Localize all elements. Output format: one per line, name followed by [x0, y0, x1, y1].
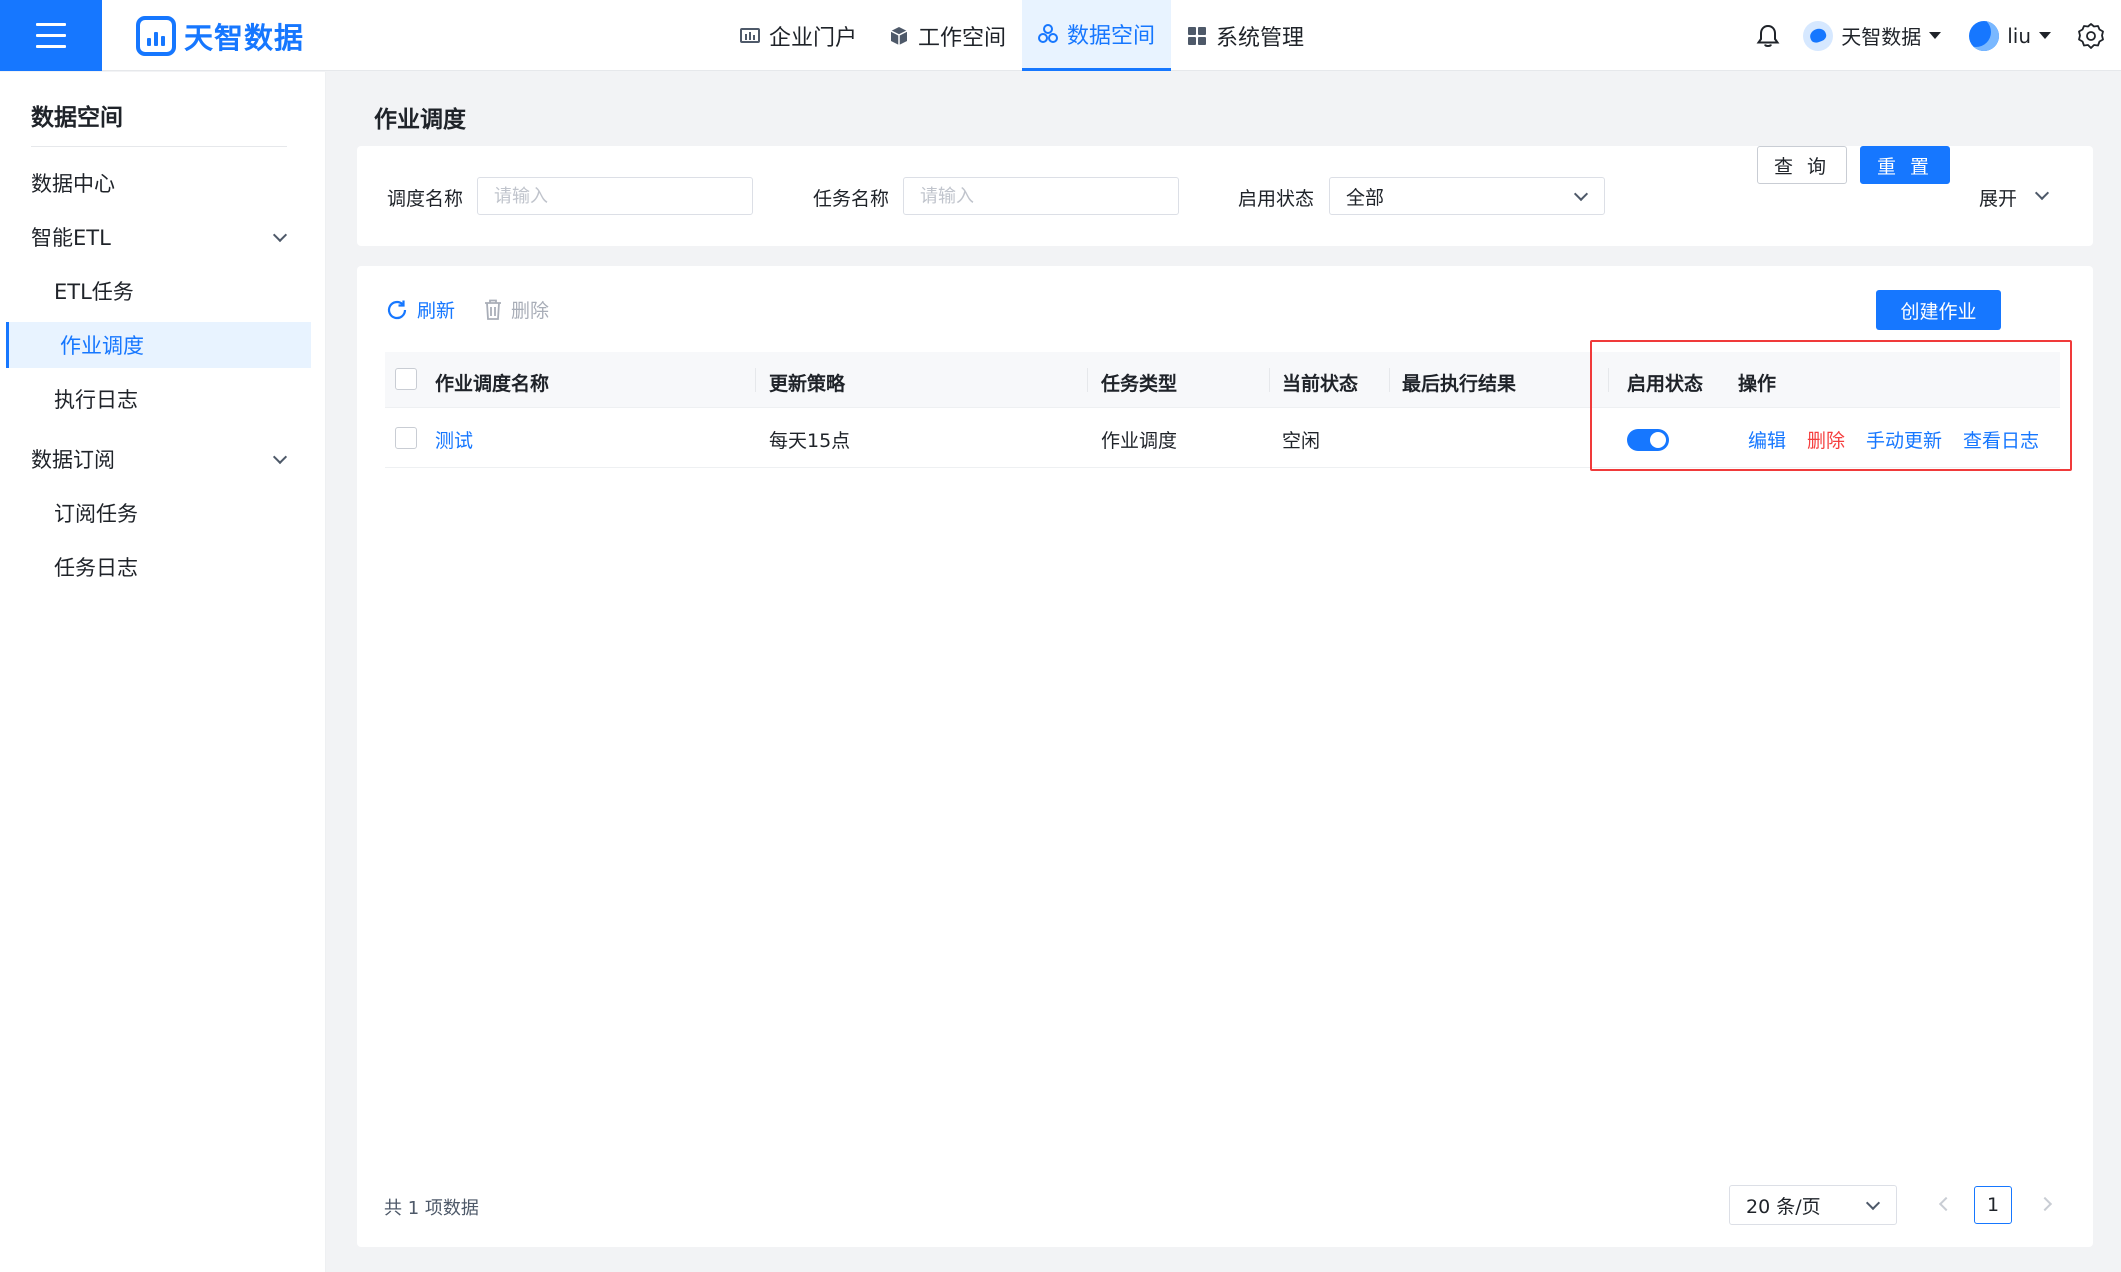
logo-text: 天智数据	[184, 21, 305, 55]
expand-toggle[interactable]: 展开	[1979, 184, 2017, 211]
table-row: 测试 每天15点 作业调度 空闲 编辑 删除 手动更新 查看日志	[385, 408, 2060, 468]
task-name-input[interactable]	[903, 177, 1179, 215]
avatar	[1969, 20, 2000, 51]
delete-link[interactable]: 删除	[1807, 426, 1845, 453]
top-nav: 企业门户 工作空间 数据空间 系统管理	[724, 0, 1320, 71]
cluster-icon	[1038, 24, 1059, 43]
nav-system-management[interactable]: 系统管理	[1171, 0, 1320, 71]
sidebar-item-data-center[interactable]: 数据中心	[0, 160, 311, 206]
user-menu[interactable]: liu	[1969, 20, 2051, 51]
workspace-select[interactable]: 天智数据	[1803, 20, 1942, 51]
enable-toggle[interactable]	[1627, 429, 1669, 451]
app-logo[interactable]: 天智数据	[136, 14, 304, 58]
task-type: 作业调度	[1101, 430, 1178, 452]
manual-update-link[interactable]: 手动更新	[1866, 426, 1942, 453]
chevron-down-icon	[1865, 1195, 1881, 1211]
apps-icon	[1188, 26, 1207, 45]
chevron-down-icon	[272, 449, 288, 465]
schedule-name-label: 调度名称	[387, 188, 464, 210]
task-name-label: 任务名称	[813, 188, 890, 210]
status-label: 启用状态	[1238, 188, 1315, 210]
chevron-down-icon	[1573, 186, 1589, 202]
caret-down-icon	[1929, 32, 1942, 39]
sidebar-item-etl-task[interactable]: ETL任务	[0, 268, 311, 314]
page-size-select[interactable]: 20 条/页	[1729, 1185, 1897, 1225]
row-checkbox[interactable]	[395, 427, 417, 449]
logo-mark-icon	[136, 16, 176, 56]
workspace-logo-icon	[1803, 20, 1834, 51]
sidebar-item-task-log[interactable]: 任务日志	[0, 544, 311, 590]
delete-button[interactable]: 删除	[483, 296, 549, 323]
column-header: 启用状态	[1627, 373, 1704, 395]
sidebar-item-job-schedule[interactable]: 作业调度	[6, 322, 311, 368]
cube-icon	[890, 26, 908, 45]
page-title: 作业调度	[374, 107, 466, 133]
sidebar-title: 数据空间	[31, 105, 123, 131]
update-strategy: 每天15点	[769, 430, 851, 452]
column-header: 最后执行结果	[1402, 373, 1517, 395]
nav-data-space[interactable]: 数据空间	[1022, 0, 1172, 71]
filter-panel: 调度名称 任务名称 启用状态 全部 查 询 重 置 展开	[357, 146, 2093, 246]
column-header: 任务类型	[1101, 373, 1178, 395]
prev-page-icon[interactable]	[1938, 1196, 1954, 1212]
next-page-icon[interactable]	[2037, 1196, 2053, 1212]
chevron-down-icon	[2034, 185, 2050, 201]
table-panel: 刷新 删除 创建作业 作业调度名称 更新策略 任务类型 当前状态 最后执行结果 …	[357, 266, 2093, 1247]
job-name-link[interactable]: 测试	[435, 426, 473, 453]
top-right-tools: 天智数据 liu	[1755, 0, 2121, 71]
divider	[755, 368, 756, 392]
chart-icon	[740, 27, 760, 43]
sidebar-item-execution-log[interactable]: 执行日志	[0, 376, 311, 422]
page-number-current[interactable]: 1	[1974, 1186, 2012, 1224]
sidebar-item-data-subscription[interactable]: 数据订阅	[0, 436, 311, 482]
table-header: 作业调度名称 更新策略 任务类型 当前状态 最后执行结果 启用状态 操作	[385, 352, 2060, 408]
divider	[1087, 368, 1088, 392]
divider	[31, 146, 287, 147]
query-button[interactable]: 查 询	[1757, 146, 1847, 184]
sidebar-item-smart-etl[interactable]: 智能ETL	[0, 214, 311, 260]
sidebar-item-subscription-task[interactable]: 订阅任务	[0, 490, 311, 536]
view-log-link[interactable]: 查看日志	[1963, 426, 2039, 453]
schedule-name-input[interactable]	[477, 177, 753, 215]
current-status: 空闲	[1282, 430, 1321, 452]
select-all-checkbox[interactable]	[395, 368, 417, 390]
trash-icon	[485, 299, 501, 320]
refresh-button[interactable]: 刷新	[385, 296, 455, 323]
hamburger-icon	[36, 23, 66, 26]
reset-button[interactable]: 重 置	[1860, 146, 1950, 184]
caret-down-icon	[2039, 32, 2051, 39]
edit-link[interactable]: 编辑	[1748, 426, 1786, 453]
chevron-down-icon	[272, 227, 288, 243]
top-bar: 天智数据 企业门户 工作空间 数据空间 系统管理 天智数据 liu	[0, 0, 2121, 71]
refresh-icon	[387, 300, 407, 319]
menu-toggle-button[interactable]	[0, 0, 102, 71]
column-header: 更新策略	[769, 373, 846, 395]
column-header: 作业调度名称	[435, 373, 550, 395]
gear-icon[interactable]	[2077, 22, 2105, 50]
divider	[1608, 368, 1609, 392]
status-select[interactable]: 全部	[1329, 177, 1605, 215]
column-header: 当前状态	[1282, 373, 1359, 395]
nav-workspace[interactable]: 工作空间	[873, 0, 1022, 71]
create-job-button[interactable]: 创建作业	[1876, 290, 2001, 330]
nav-enterprise-portal[interactable]: 企业门户	[724, 0, 873, 71]
divider	[1389, 368, 1390, 392]
total-count: 共 1 项数据	[384, 1198, 479, 1219]
column-header: 操作	[1738, 373, 1777, 395]
bell-icon[interactable]	[1755, 23, 1781, 49]
divider	[1269, 368, 1270, 392]
sidebar: 数据空间 数据中心 智能ETL ETL任务 作业调度 执行日志 数据订阅 订阅任…	[0, 72, 326, 1272]
